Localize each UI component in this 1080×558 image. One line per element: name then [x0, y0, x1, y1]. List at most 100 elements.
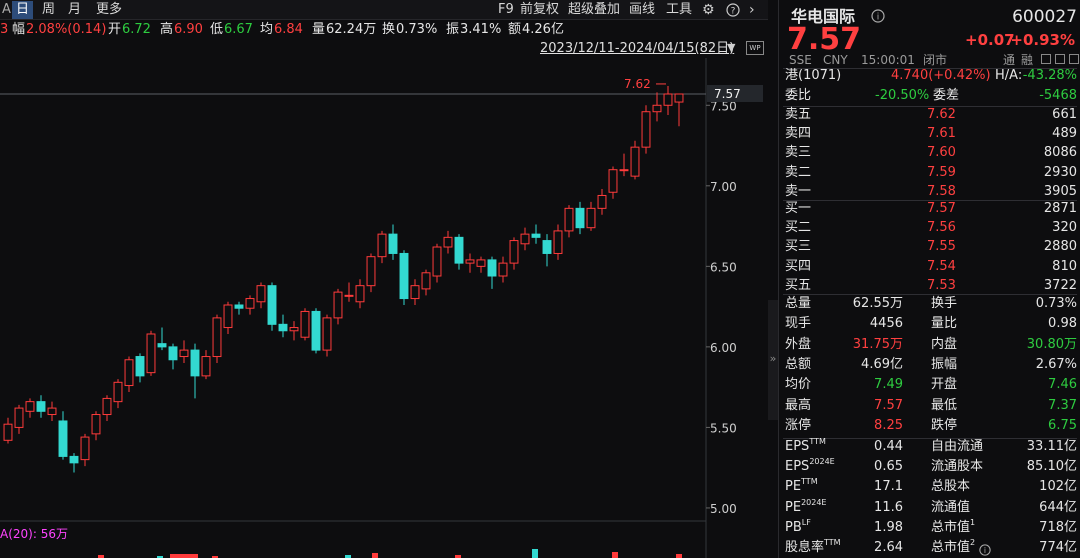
hk-label[interactable]: 港(1071): [785, 66, 841, 86]
info-low-label: 低: [210, 22, 224, 37]
candle-body: [531, 233, 541, 238]
y-tick-label: 6.50: [710, 260, 737, 274]
wp-icon[interactable]: WP: [746, 41, 764, 55]
candle-body: [223, 304, 233, 329]
volume-bar: [676, 554, 682, 558]
ask-volume: 8086: [1043, 145, 1077, 161]
candle-body: [80, 436, 90, 461]
candle-body: [663, 93, 673, 106]
gear-icon[interactable]: ⚙: [702, 1, 715, 19]
bid-row: 买一 7.57 2871: [785, 199, 1077, 219]
candle-body: [311, 310, 321, 351]
chevron-down-icon[interactable]: ▼: [727, 41, 735, 54]
draw-line-button[interactable]: 画线: [629, 1, 655, 19]
ask-label: 卖四: [785, 126, 812, 142]
stat-value: 7.57: [874, 397, 903, 413]
candle-body: [652, 104, 662, 113]
info-lead: 3: [0, 22, 9, 37]
candle-body: [586, 207, 596, 229]
fundamental-value: 33.11亿: [1026, 439, 1077, 454]
stock-change-pct: +0.93%: [1010, 31, 1075, 49]
pin-icon[interactable]: [1055, 54, 1065, 64]
fundamental-label: PBLF: [785, 517, 811, 535]
candle-body: [47, 407, 57, 416]
stat-label: 外盘: [785, 336, 812, 352]
ha-label: H/A:: [995, 68, 1023, 83]
candle-body: [113, 381, 123, 403]
bid-price: 7.54: [927, 258, 956, 274]
candle-body: [498, 262, 508, 277]
candle-body: [487, 259, 497, 277]
candle-body: [245, 298, 255, 309]
stat-label: 换手: [931, 296, 958, 311]
fundamental-value: 0.65: [874, 459, 903, 475]
info-high-label: 高: [160, 22, 174, 37]
stat-value: 7.37: [1048, 397, 1077, 413]
info-low-value: 6.67: [224, 22, 253, 37]
period-more-tab[interactable]: 更多: [92, 1, 126, 19]
stat-label: 量比: [931, 316, 958, 332]
fundamental-row: PE2024E 11.6 流通值 644亿: [785, 498, 1077, 518]
stat-value: 0.98: [1048, 316, 1077, 332]
stat-value: 8.25: [874, 417, 903, 433]
forward-adjust-button[interactable]: 前复权: [520, 1, 559, 19]
wc-value: -5468: [1039, 88, 1077, 103]
fundamental-label: PE2024E: [785, 497, 827, 515]
stat-row: 总量 62.55万 换手 0.73%: [785, 294, 1077, 314]
candle-body: [553, 230, 563, 254]
candle-body: [190, 349, 200, 377]
wb-label: 委比: [785, 88, 812, 103]
candle-body: [608, 169, 618, 193]
help-icon[interactable]: ?: [726, 1, 740, 19]
ask-row: 卖五 7.62 661: [785, 105, 1077, 125]
candle-body: [256, 285, 266, 303]
svg-text:i: i: [984, 546, 986, 555]
last-price-label: 7.57: [714, 87, 741, 101]
ask-row: 卖四 7.61 489: [785, 124, 1077, 144]
bid-volume: 2880: [1043, 239, 1077, 255]
volume-bar: [532, 549, 538, 558]
info-icon[interactable]: i: [979, 544, 991, 558]
f9-button[interactable]: F9: [498, 1, 514, 19]
candle-body: [564, 207, 574, 232]
chevron-right-icon[interactable]: ›: [749, 1, 755, 19]
candle-body: [520, 233, 530, 245]
period-month-tab[interactable]: 月: [64, 1, 85, 19]
volume-bar: [170, 554, 198, 558]
ask-row: 卖二 7.59 2930: [785, 163, 1077, 183]
bid-row: 买三 7.55 2880: [785, 237, 1077, 257]
fundamental-value: 0.44: [874, 439, 903, 454]
bid-row: 买四 7.54 810: [785, 257, 1077, 277]
candle-body: [476, 259, 486, 267]
stat-value: 4456: [869, 316, 903, 332]
ask-price: 7.59: [927, 164, 956, 180]
period-week-tab[interactable]: 周: [38, 1, 59, 19]
tools-button[interactable]: 工具: [666, 1, 692, 19]
fundamental-label: 流通值: [931, 499, 971, 515]
ask-price: 7.61: [927, 126, 956, 142]
candlestick-chart[interactable]: 7.507.006.506.005.505.007.577.62A(20): 5…: [0, 58, 768, 558]
stat-label: 最低: [931, 397, 958, 413]
overlay-button[interactable]: 超级叠加: [568, 1, 620, 19]
candle-body: [465, 259, 475, 264]
candle-body: [201, 356, 211, 377]
toolbar-lead-glyph: A: [2, 2, 11, 17]
panel-collapse-handle[interactable]: »: [768, 300, 778, 420]
y-tick-label: 5.50: [710, 421, 737, 435]
high-annotation: 7.62: [624, 77, 651, 91]
expand-icon[interactable]: [1069, 54, 1079, 64]
candle-body: [597, 194, 607, 209]
volume-bar: [612, 552, 618, 558]
stat-label: 振幅: [931, 356, 958, 372]
candle-body: [410, 285, 420, 300]
stat-label: 总额: [785, 356, 812, 372]
period-day-tab[interactable]: 日: [12, 1, 34, 19]
edit-icon[interactable]: [1041, 54, 1051, 64]
stat-value: 30.80万: [1026, 336, 1077, 352]
candle-body: [509, 240, 519, 264]
candle-body: [58, 420, 68, 457]
date-range-selector[interactable]: 2023/12/11-2024/04/15(82日): [540, 40, 734, 58]
fundamental-value: 774亿: [1039, 540, 1077, 555]
bid-volume: 2871: [1043, 201, 1077, 216]
bid-row: 买五 7.53 3722: [785, 276, 1077, 296]
